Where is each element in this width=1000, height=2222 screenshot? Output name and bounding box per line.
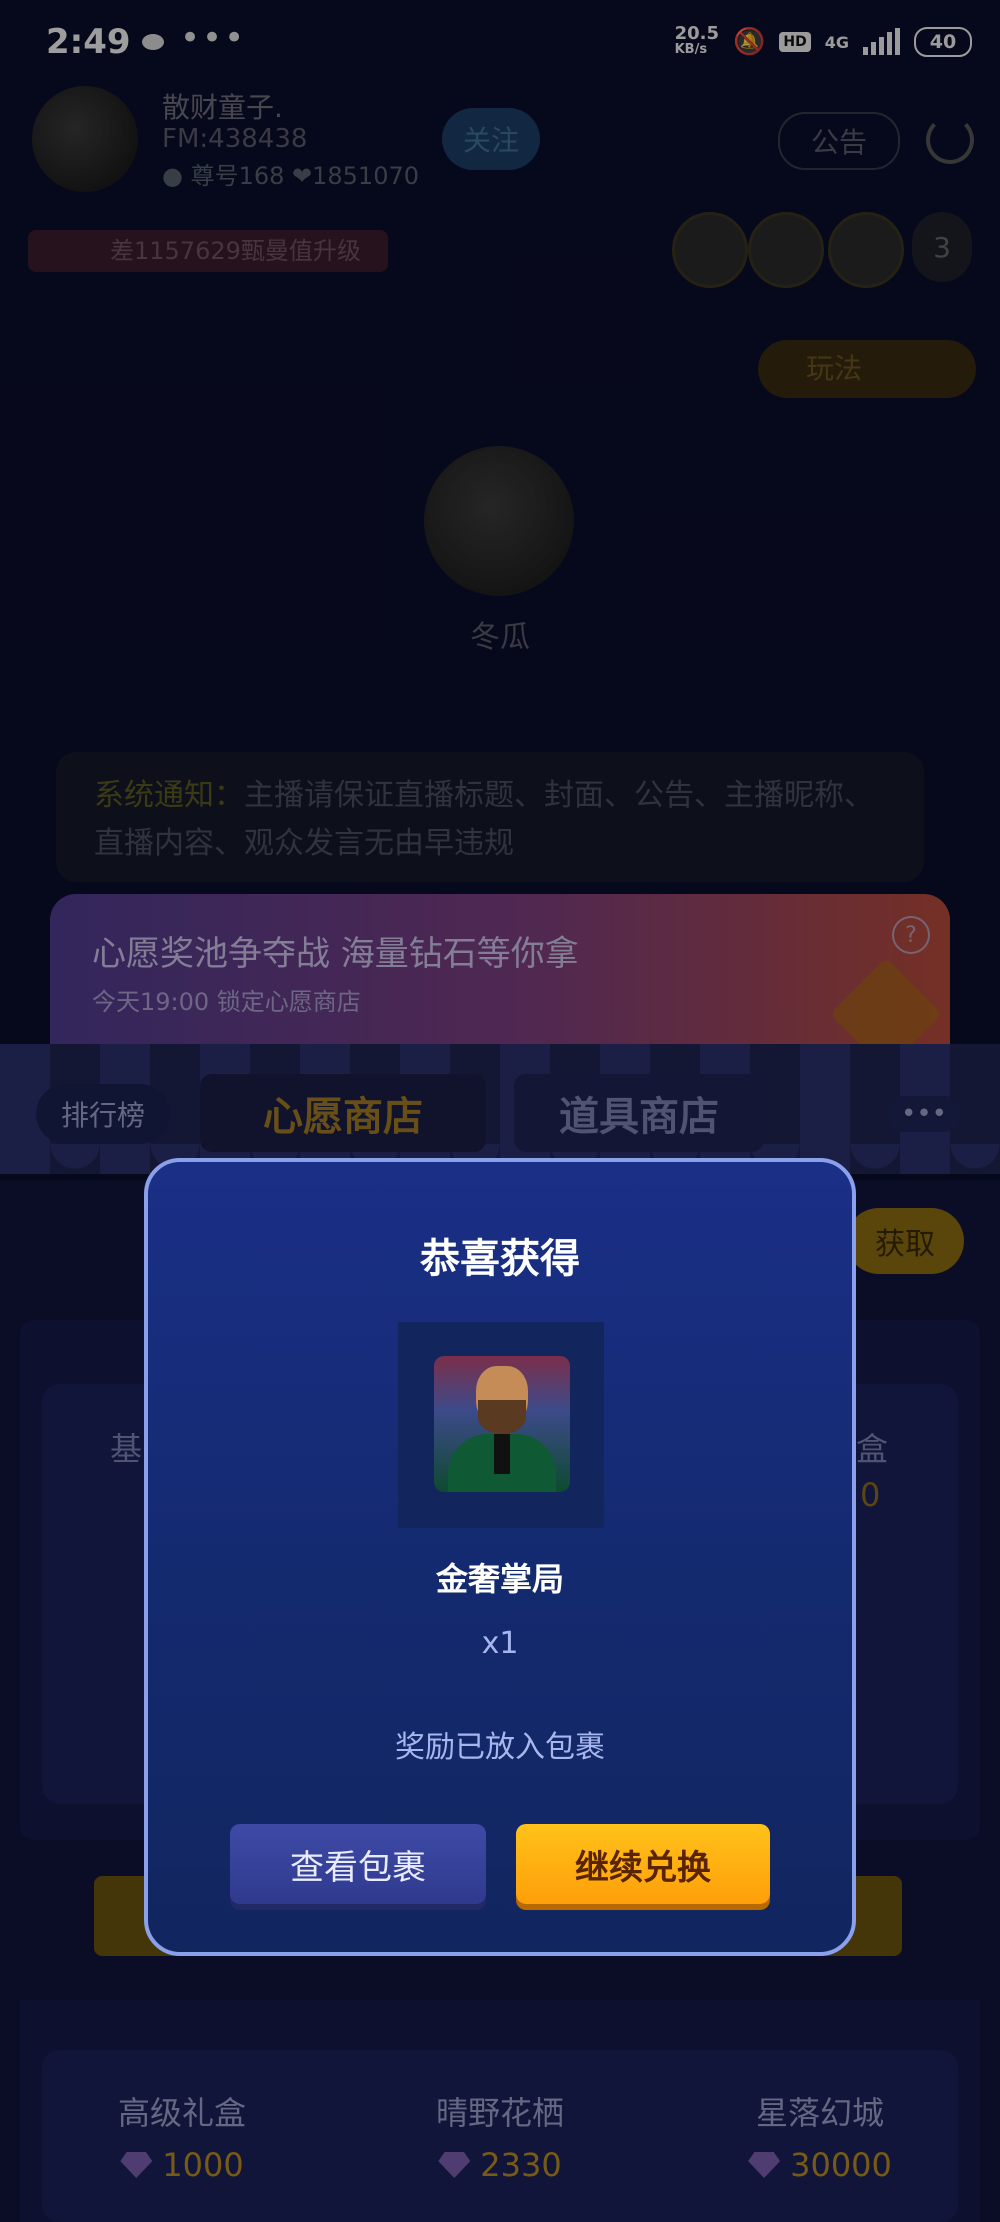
reward-note: 奖励已放入包裹 bbox=[395, 1730, 605, 1765]
reward-image-shirt bbox=[494, 1434, 510, 1474]
reward-name: 金奢掌局 bbox=[435, 1560, 564, 1598]
reward-image-beard bbox=[478, 1400, 526, 1434]
view-backpack-button[interactable]: 查看包裹 bbox=[230, 1824, 486, 1904]
modal-title: 恭喜获得 bbox=[420, 1236, 580, 1282]
reward-quantity: x1 bbox=[481, 1626, 519, 1661]
continue-exchange-button[interactable]: 继续兑换 bbox=[516, 1824, 770, 1904]
